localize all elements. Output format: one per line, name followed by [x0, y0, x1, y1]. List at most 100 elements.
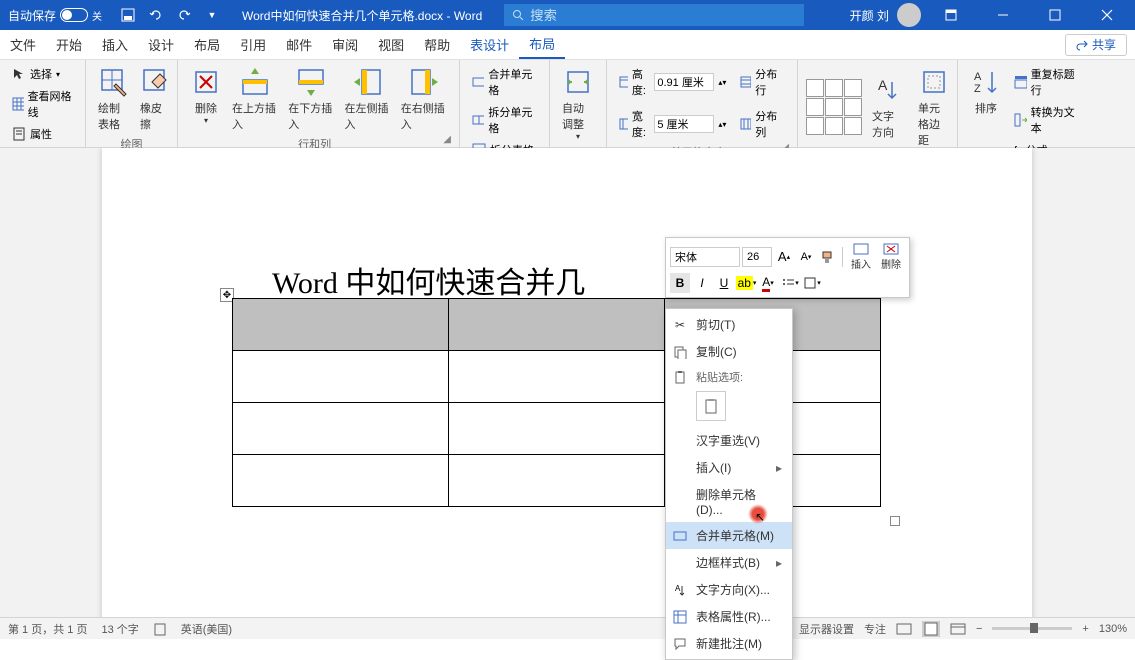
distribute-cols-button[interactable]: 分布列 [736, 106, 789, 142]
font-color-button[interactable]: A▾ [758, 273, 778, 293]
ribbon-display-icon[interactable] [929, 0, 973, 30]
zoom-level[interactable]: 130% [1099, 623, 1127, 635]
align-mc[interactable] [825, 98, 843, 116]
insert-below-button[interactable]: 在下方插入 [284, 64, 338, 134]
search-box[interactable] [504, 4, 804, 26]
increase-font-icon[interactable]: A▴ [774, 247, 794, 267]
align-mr[interactable] [844, 98, 862, 116]
merge-cells-button[interactable]: 合并单元格 [468, 64, 541, 100]
align-tl[interactable] [806, 79, 824, 97]
status-page[interactable]: 第 1 页，共 1 页 [8, 621, 87, 637]
display-settings[interactable]: 显示器设置 [799, 621, 854, 637]
italic-button[interactable]: I [692, 273, 712, 293]
table-cell[interactable] [449, 455, 665, 507]
focus-mode[interactable]: 专注 [864, 621, 886, 637]
mini-delete-button[interactable]: 删除 [877, 242, 905, 271]
tab-file[interactable]: 文件 [0, 30, 46, 59]
decrease-font-icon[interactable]: A▾ [796, 247, 816, 267]
qat-dropdown-icon[interactable]: ▼ [204, 7, 220, 23]
insert-left-button[interactable]: 在左侧插入 [341, 64, 395, 134]
zoom-out-button[interactable]: − [976, 623, 982, 635]
align-ml[interactable] [806, 98, 824, 116]
table-cell[interactable] [233, 455, 449, 507]
tab-design[interactable]: 设计 [138, 30, 184, 59]
status-proofing-icon[interactable] [153, 622, 167, 636]
distribute-rows-button[interactable]: 分布行 [736, 64, 789, 100]
ctx-new-comment[interactable]: 新建批注(M) [666, 630, 792, 657]
ctx-insert[interactable]: 插入(I)▸ [666, 454, 792, 481]
align-br[interactable] [844, 117, 862, 135]
table-resize-handle[interactable] [890, 516, 900, 526]
repeat-header-button[interactable]: 重复标题行 [1010, 64, 1084, 100]
tab-tablelayout[interactable]: 布局 [519, 30, 565, 59]
tab-review[interactable]: 审阅 [322, 30, 368, 59]
search-input[interactable] [530, 8, 796, 23]
bullets-button[interactable]: ▾ [780, 273, 800, 293]
status-language[interactable]: 英语(美国) [181, 621, 232, 637]
draw-table-button[interactable]: 绘制表格 [94, 64, 134, 134]
ctx-border-styles[interactable]: 边框样式(B)▸ [666, 549, 792, 576]
zoom-in-button[interactable]: + [1082, 623, 1088, 635]
view-read-icon[interactable] [896, 622, 912, 636]
table-cell[interactable] [233, 403, 449, 455]
view-web-icon[interactable] [950, 622, 966, 636]
font-size-input[interactable] [742, 247, 772, 267]
undo-icon[interactable] [148, 7, 164, 23]
autosave-toggle[interactable]: 自动保存 关 [0, 7, 110, 24]
table-cell[interactable] [449, 299, 665, 351]
height-input[interactable] [654, 73, 714, 91]
insert-above-button[interactable]: 在上方插入 [228, 64, 282, 134]
align-tc[interactable] [825, 79, 843, 97]
tab-layout[interactable]: 布局 [184, 30, 230, 59]
save-icon[interactable] [120, 7, 136, 23]
align-tr[interactable] [844, 79, 862, 97]
ctx-hanzi[interactable]: 汉字重选(V) [666, 427, 792, 454]
ctx-table-props[interactable]: 表格属性(R)... [666, 603, 792, 630]
ctx-delete-cells[interactable]: 删除单元格(D)... [666, 481, 792, 522]
text-direction-button[interactable]: A文字方向 [868, 72, 908, 142]
status-words[interactable]: 13 个字 [101, 621, 138, 637]
tab-references[interactable]: 引用 [230, 30, 276, 59]
share-button[interactable]: 共享 [1065, 34, 1127, 56]
toggle-switch[interactable] [60, 8, 88, 22]
format-painter-icon[interactable] [818, 247, 838, 267]
table-cell[interactable] [449, 403, 665, 455]
eraser-button[interactable]: 橡皮擦 [136, 64, 176, 134]
mini-insert-button[interactable]: 插入 [847, 242, 875, 271]
tab-insert[interactable]: 插入 [92, 30, 138, 59]
tab-tabledesign[interactable]: 表设计 [460, 30, 519, 59]
highlight-button[interactable]: ab▾ [736, 273, 756, 293]
maximize-button[interactable] [1033, 0, 1077, 30]
avatar[interactable] [897, 3, 921, 27]
tab-view[interactable]: 视图 [368, 30, 414, 59]
minimize-button[interactable] [981, 0, 1025, 30]
redo-icon[interactable] [176, 7, 192, 23]
page[interactable]: Word 中如何快速合并几 ✥ [102, 148, 1032, 617]
view-print-icon[interactable] [922, 621, 940, 637]
close-button[interactable] [1085, 0, 1129, 30]
ctx-copy[interactable]: 复制(C) [666, 338, 792, 365]
align-bc[interactable] [825, 117, 843, 135]
tab-mailings[interactable]: 邮件 [276, 30, 322, 59]
paste-option[interactable] [696, 391, 726, 421]
sort-button[interactable]: AZ排序 [966, 64, 1006, 118]
ctx-text-direction[interactable]: A文字方向(X)... [666, 576, 792, 603]
ctx-merge-cells[interactable]: 合并单元格(M) [666, 522, 792, 549]
tab-home[interactable]: 开始 [46, 30, 92, 59]
gridlines-button[interactable]: 查看网格线 [8, 86, 77, 122]
ctx-cut[interactable]: ✂剪切(T) [666, 311, 792, 338]
bold-button[interactable]: B [670, 273, 690, 293]
tab-help[interactable]: 帮助 [414, 30, 460, 59]
insert-right-button[interactable]: 在右侧插入 [397, 64, 451, 134]
table-cell[interactable] [449, 351, 665, 403]
delete-button[interactable]: 删除▾ [186, 64, 226, 127]
split-cells-button[interactable]: 拆分单元格 [468, 102, 541, 138]
autofit-button[interactable]: 自动调整▾ [558, 64, 598, 143]
font-name-input[interactable] [670, 247, 740, 267]
table-cell[interactable] [233, 351, 449, 403]
width-input[interactable] [654, 115, 714, 133]
cell-margins-button[interactable]: 单元格边距 [914, 64, 954, 150]
underline-button[interactable]: U [714, 273, 734, 293]
table-cell[interactable] [233, 299, 449, 351]
align-bl[interactable] [806, 117, 824, 135]
